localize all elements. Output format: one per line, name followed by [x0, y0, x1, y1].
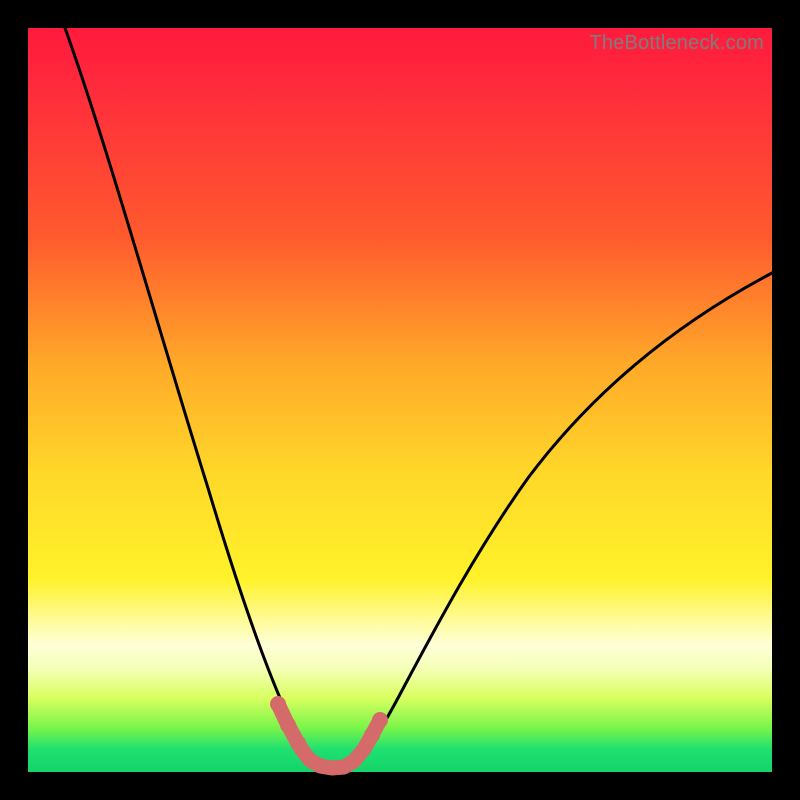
bottleneck-curve: [65, 28, 772, 768]
highlight-dot: [270, 696, 286, 712]
curve-layer: [28, 28, 772, 772]
highlight-dot: [372, 712, 388, 728]
plot-area: TheBottleneck.com: [28, 28, 772, 772]
chart-frame: TheBottleneck.com: [0, 0, 800, 800]
highlight-dot: [364, 727, 380, 743]
highlight-dot: [280, 717, 296, 733]
highlight-dot: [290, 735, 306, 751]
